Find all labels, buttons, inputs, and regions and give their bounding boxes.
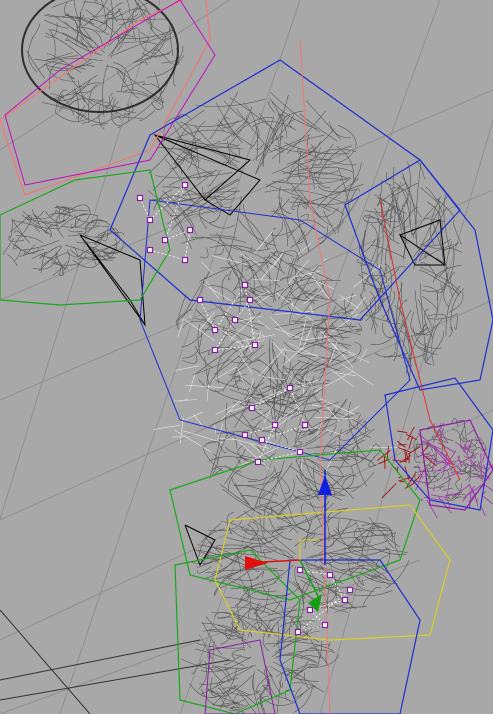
control-handle[interactable] xyxy=(321,621,329,629)
abdomen-wireframe-lines xyxy=(202,383,381,520)
control-handle[interactable] xyxy=(161,236,169,244)
head-wireframe-lines xyxy=(26,0,185,130)
control-handle[interactable] xyxy=(231,316,239,324)
control-handle[interactable] xyxy=(241,431,249,439)
grid-line xyxy=(0,409,493,641)
wireframe-character-scene[interactable] xyxy=(0,0,493,714)
control-handle[interactable] xyxy=(326,571,334,579)
control-handle[interactable] xyxy=(181,256,189,264)
legs-wireframe xyxy=(181,602,339,714)
left-arm-wireframe xyxy=(2,204,125,276)
joint-pyramid xyxy=(79,234,146,327)
control-handle[interactable] xyxy=(211,326,219,334)
control-handle[interactable] xyxy=(286,384,294,392)
bone-center-pink-line xyxy=(299,39,331,714)
control-handle[interactable] xyxy=(296,448,304,456)
control-handle[interactable] xyxy=(346,586,354,594)
torso-wireframe-lines xyxy=(175,250,363,408)
control-handle[interactable] xyxy=(251,341,259,349)
control-handle[interactable] xyxy=(136,194,144,202)
bone-head-magenta[interactable] xyxy=(4,0,216,186)
control-handle[interactable] xyxy=(301,421,309,429)
highlight-lines xyxy=(153,229,405,476)
control-handle[interactable] xyxy=(248,404,256,412)
control-handle[interactable] xyxy=(258,436,266,444)
gizmo-y-axis-line xyxy=(299,559,321,601)
control-handle[interactable] xyxy=(241,281,249,289)
left-arm-wireframe-lines xyxy=(2,204,125,276)
control-handle[interactable] xyxy=(246,296,254,304)
floor-edge-line xyxy=(0,659,231,701)
control-handle[interactable] xyxy=(181,181,189,189)
control-handle[interactable] xyxy=(146,246,154,254)
head-wireframe xyxy=(26,0,185,130)
control-handle[interactable] xyxy=(271,421,279,429)
control-handle[interactable] xyxy=(341,596,349,604)
control-handle[interactable] xyxy=(146,216,154,224)
abdomen-wireframe xyxy=(202,383,381,520)
control-handle[interactable] xyxy=(196,296,204,304)
selected-mesh-highlight xyxy=(153,229,405,476)
control-handle[interactable] xyxy=(211,346,219,354)
handle-cluster[interactable] xyxy=(196,281,259,354)
control-handle[interactable] xyxy=(296,566,304,574)
grid-line xyxy=(0,0,161,521)
legs-wireframe-lines xyxy=(181,602,339,714)
control-handle[interactable] xyxy=(186,226,194,234)
floor-edge-line xyxy=(0,609,91,714)
control-handle[interactable] xyxy=(306,606,314,614)
torso-wireframe xyxy=(175,250,363,408)
control-handle[interactable] xyxy=(294,628,302,636)
control-handle[interactable] xyxy=(254,458,262,466)
floor-edge-line xyxy=(0,639,201,681)
3d-viewport[interactable] xyxy=(0,0,493,714)
character-mesh[interactable] xyxy=(2,0,493,714)
